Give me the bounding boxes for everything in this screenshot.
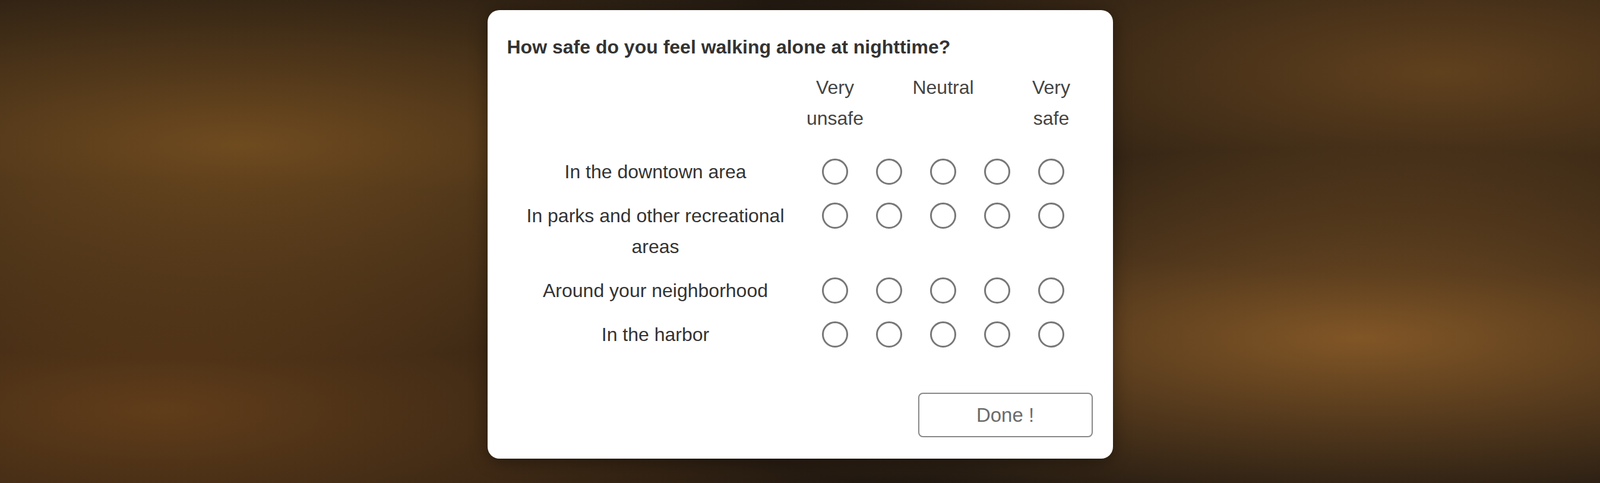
radio-cell	[970, 318, 1025, 348]
rating-grid: Very unsafe Neutral Very safe In the downto…	[511, 71, 1093, 350]
radio-cell	[970, 156, 1025, 185]
radio-cell	[808, 318, 863, 348]
row-label: In parks and other recreational areas	[511, 200, 809, 262]
radio-button[interactable]	[876, 321, 903, 348]
radio-button[interactable]	[984, 202, 1011, 229]
radio-cell	[808, 156, 863, 185]
radio-button[interactable]	[876, 277, 903, 304]
radio-button[interactable]	[821, 202, 849, 229]
radio-cell	[808, 200, 863, 229]
scale-label: Neutral	[912, 71, 974, 103]
question-title: How safe do you feel walking alone at ni…	[507, 33, 1093, 60]
radio-cell	[1024, 274, 1079, 304]
survey-card: How safe do you feel walking alone at ni…	[487, 10, 1113, 459]
radio-button[interactable]	[821, 158, 849, 185]
radio-cell	[862, 318, 917, 348]
radio-button[interactable]	[1038, 321, 1065, 348]
radio-cell	[916, 318, 971, 348]
radio-button[interactable]	[930, 321, 957, 348]
footer: Done !	[507, 392, 1093, 438]
radio-cell	[862, 274, 917, 304]
radio-button[interactable]	[1038, 202, 1065, 229]
radio-button[interactable]	[1038, 277, 1065, 304]
radio-cell	[862, 200, 917, 229]
radio-button[interactable]	[930, 202, 957, 229]
radio-button[interactable]	[984, 158, 1011, 185]
radio-button[interactable]	[984, 277, 1011, 304]
background-photo: How safe do you feel walking alone at ni…	[0, 0, 1600, 483]
radio-button[interactable]	[984, 321, 1011, 348]
radio-cell	[916, 156, 971, 185]
radio-cell	[1024, 318, 1079, 348]
radio-button[interactable]	[876, 158, 903, 185]
row-label: In the harbor	[511, 318, 809, 350]
row-label: Around your neighborhood	[511, 274, 809, 306]
radio-button[interactable]	[1038, 158, 1065, 185]
radio-button[interactable]	[821, 277, 849, 304]
radio-cell	[1024, 200, 1079, 229]
radio-cell	[808, 274, 863, 304]
radio-cell	[916, 274, 971, 304]
scale-label: Very unsafe	[806, 71, 864, 134]
radio-cell	[1024, 156, 1079, 185]
done-button[interactable]: Done !	[918, 392, 1093, 438]
radio-cell	[970, 200, 1025, 229]
radio-button[interactable]	[821, 321, 849, 348]
radio-button[interactable]	[930, 158, 957, 185]
radio-button[interactable]	[876, 202, 903, 229]
radio-cell	[862, 156, 917, 185]
scale-label: Very safe	[1032, 71, 1071, 134]
radio-button[interactable]	[930, 277, 957, 304]
radio-cell	[970, 274, 1025, 304]
row-label: In the downtown area	[511, 156, 809, 188]
radio-cell	[916, 200, 971, 229]
